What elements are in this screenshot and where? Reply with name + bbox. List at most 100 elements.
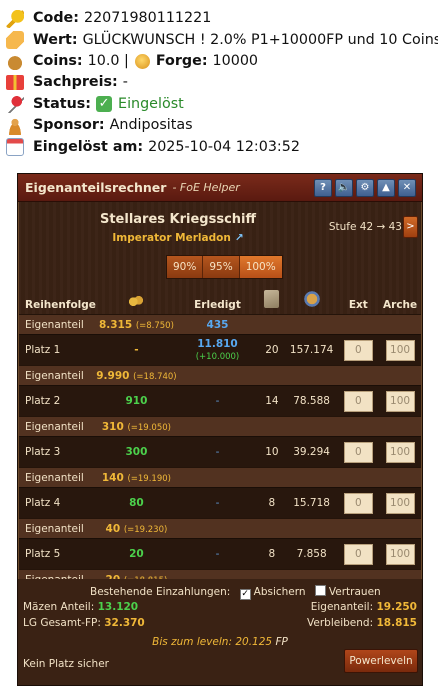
place-done: - [215,548,220,560]
info-panel: Code: 22071980111221 Wert: GLÜCKWUNSCH !… [0,8,438,158]
arche-input[interactable]: 100 [385,339,415,361]
table-header: Reihenfolge Erledigt Ext Arche [19,284,421,315]
minimize-icon[interactable]: ▲ [377,178,395,197]
ext-header: Ext [348,299,368,311]
forge-value: 10000 [212,52,259,69]
ext-input[interactable]: 0 [343,492,373,514]
ext-input[interactable]: 0 [343,339,373,361]
medal-header [286,284,338,315]
place-bp: 14 [258,385,286,417]
table-row: Platz 3 300 - 10 39.294 0 100 [19,436,421,468]
eigenanteil-note: (=8.750) [135,320,174,331]
place-value: 20 [129,548,144,560]
pushpin-icon [6,95,24,114]
forge-label: Forge: [155,52,208,69]
percent-selector: 90% 95% 100% [166,255,283,279]
arche-input[interactable]: 100 [385,492,415,514]
place-label: Platz 4 [19,487,96,519]
help-icon[interactable]: ? [314,178,332,197]
eigenanteil-row: Eigenanteil 140 (=19.190) [19,467,421,488]
window-subtitle: - FoE Helper [172,181,240,194]
eigenanteil-amount: 140 [101,471,124,484]
place-value: - [95,334,177,366]
close-icon[interactable]: ✕ [398,178,416,197]
kein-platz-sicher: Kein Platz sicher [23,658,109,670]
place-value: 910 [125,395,148,407]
owner-name[interactable]: Imperator Merladon [112,232,230,244]
place-bp: 8 [258,538,286,570]
check-icon: ✓ [96,96,113,113]
tag-icon [6,31,24,50]
table-row: Platz 2 910 - 14 78.588 0 100 [19,385,421,417]
place-label: Platz 5 [19,538,96,570]
place-label: Platz 1 [19,334,96,366]
eingeloest-label: Eingelöst am: [33,138,144,155]
eigenanteil-summary-label: Eigenanteil: [310,601,374,613]
percent-90-button[interactable]: 90% [167,256,204,278]
arche-input[interactable]: 100 [385,543,415,565]
eigenanteil-note: (=19.050) [127,422,171,433]
place-done: 11.810 (+10.000) [176,334,259,366]
vertrauen-checkbox[interactable] [314,585,326,596]
ext-input[interactable]: 0 [343,441,373,463]
place-done: - [215,446,220,458]
owner-link[interactable]: Imperator Merladon ↗ [18,232,338,244]
code-value: 22071980111221 [83,10,212,27]
reihenfolge-header: Reihenfolge [25,299,96,311]
eigenanteil-row: Eigenanteil 8.315 (=8.750) 435 [19,314,421,335]
bestehende-einzahlungen: Bestehende Einzahlungen: ✓ Absichern Vert… [90,585,381,600]
coins-icon [127,294,146,308]
eigenanteil-label: Eigenanteil [19,365,96,386]
gear-icon[interactable]: ⚙ [356,178,374,197]
window-buttons: ? 🔈 ⚙ ▲ ✕ [314,178,422,197]
verbleibend-value: 18.815 [376,617,417,629]
place-medals: 15.718 [285,487,338,519]
percent-95-button[interactable]: 95% [203,256,240,278]
lg-value: 32.370 [104,617,145,629]
sachpreis-value: - [122,74,128,91]
bis-zum-leveln: Bis zum leveln: 20.125 FP [18,636,422,648]
code-label: Code: [33,10,79,27]
eigenanteil-label: Eigenanteil [19,467,96,488]
status-line: Status: ✓ Eingelöst [0,94,438,115]
absichern-label: Absichern [253,586,306,598]
next-level-button[interactable]: > [403,216,418,238]
arche-header: Arche [383,299,418,311]
blueprint-icon [264,290,280,308]
place-label: Platz 2 [19,385,96,417]
eigenanteil-amount: 310 [101,420,124,433]
lg-label: LG Gesamt-FP: [23,617,101,629]
window-footer: Bestehende Einzahlungen: ✓ Absichern Vert… [18,579,422,685]
status-value: Eingelöst [118,95,184,112]
eingeloest-line: Eingelöst am: 2025-10-04 12:03:52 [0,136,438,157]
arche-input[interactable]: 100 [385,441,415,463]
status-label: Status: [33,95,92,112]
eigenanteil-label: Eigenanteil [19,314,96,335]
external-link-icon[interactable]: ↗ [235,232,244,244]
eigenanteil-done: 435 [176,314,259,335]
key-icon [6,9,24,28]
eigenanteil-value: 8.315 (=8.750) [95,314,177,335]
bis-unit: FP [275,636,288,648]
sound-icon[interactable]: 🔈 [335,178,353,197]
erledigt-header: Erledigt [194,299,241,311]
place-value: 300 [125,446,148,458]
eigenanteil-summary-value: 19.250 [376,601,417,613]
place-medals: 7.858 [285,538,338,570]
ext-input[interactable]: 0 [343,390,373,412]
ext-input[interactable]: 0 [343,543,373,565]
percent-100-button[interactable]: 100% [239,256,282,278]
window-titlebar[interactable]: Eigenanteilsrechner - FoE Helper ? 🔈 ⚙ ▲… [18,174,422,202]
sachpreis-line: Sachpreis: - [0,72,438,93]
powerleveln-button[interactable]: Powerleveln [344,649,418,673]
code-line: Code: 22071980111221 [0,8,438,29]
place-medals: 78.588 [285,385,338,417]
bis-label: Bis zum leveln: [152,636,232,648]
lg-gesamt-fp: LG Gesamt-FP: 32.370 [23,617,145,629]
absichern-checkbox[interactable]: ✓ [239,589,251,600]
table-row: Platz 5 20 - 8 7.858 0 100 [19,538,421,570]
coins-header [96,284,177,315]
eigenanteil-amount: 9.990 [96,369,130,382]
arche-input[interactable]: 100 [385,390,415,412]
money-bag-icon [6,52,24,71]
